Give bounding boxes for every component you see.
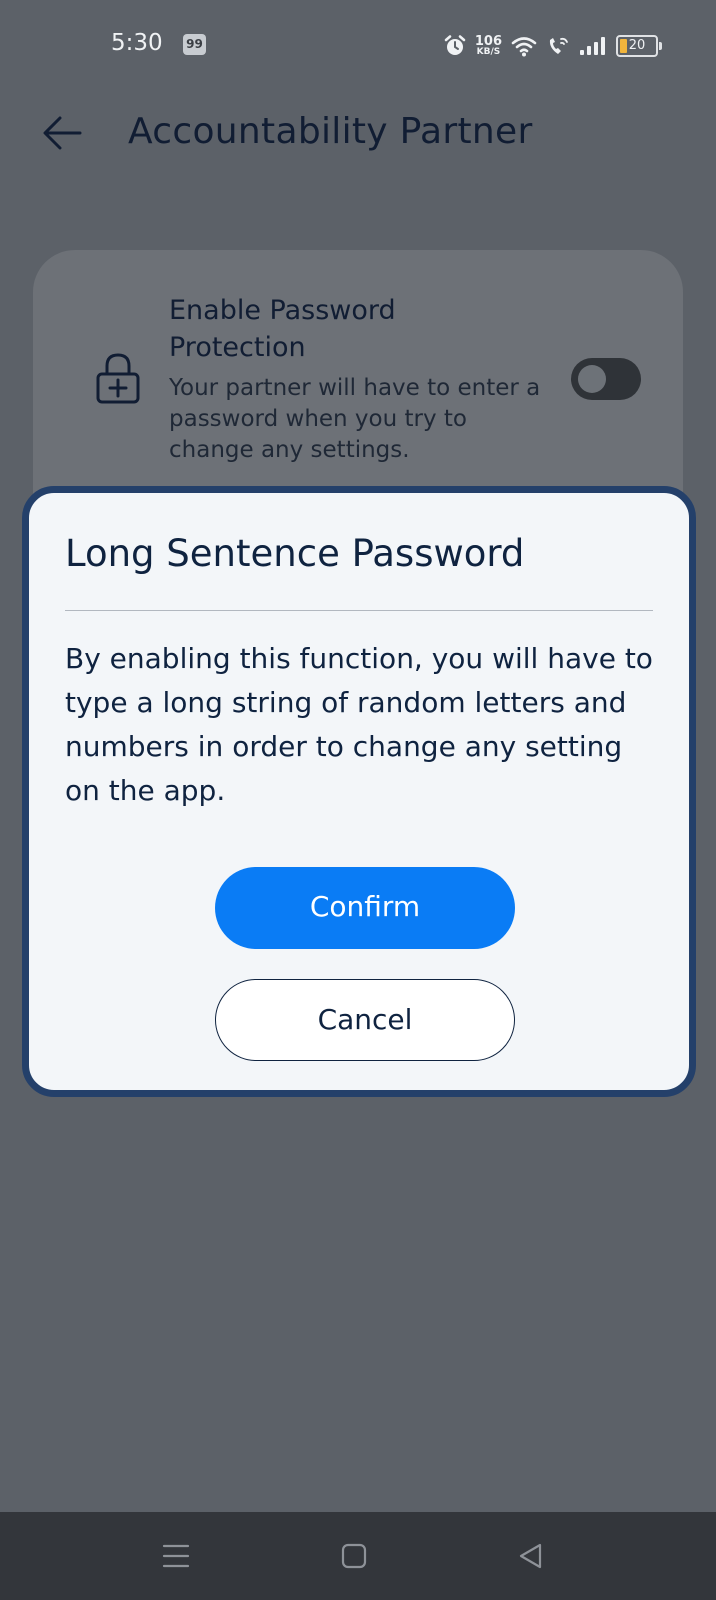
status-bar: 5:30 99 106 KB/S 20 <box>0 0 716 90</box>
signal-icon <box>580 37 605 55</box>
dialog-divider <box>65 610 653 611</box>
status-time: 5:30 <box>111 30 163 56</box>
battery-level: 20 <box>628 38 646 53</box>
network-speed: 106 KB/S <box>475 35 502 57</box>
wifi-icon <box>511 37 537 57</box>
lock-plus-icon <box>96 353 140 404</box>
setting-description: Your partner will have to enter a passwo… <box>169 375 541 463</box>
setting-title: Enable Password Protection <box>169 295 396 363</box>
dialog-message: By enabling this function, you will have… <box>65 642 653 807</box>
notification-badge: 99 <box>183 34 206 55</box>
toggle-knob <box>578 365 606 393</box>
menu-icon[interactable] <box>160 1540 192 1572</box>
confirm-dialog: Long Sentence Password By enabling this … <box>22 486 696 1097</box>
back-button[interactable] <box>40 110 86 156</box>
alarm-icon <box>444 35 466 55</box>
arrow-left-icon <box>43 116 82 150</box>
battery-fill <box>620 39 627 53</box>
wifi-calling-icon <box>549 37 568 54</box>
status-icons: 106 KB/S 20 <box>444 30 662 62</box>
navigation-bar <box>0 1512 716 1600</box>
password-protection-toggle[interactable] <box>571 358 641 400</box>
back-triangle-icon[interactable] <box>515 1540 547 1572</box>
dialog-title: Long Sentence Password <box>65 532 525 575</box>
confirm-button[interactable]: Confirm <box>215 867 515 949</box>
cancel-button[interactable]: Cancel <box>215 979 515 1061</box>
network-speed-unit: KB/S <box>476 47 501 57</box>
battery-indicator: 20 <box>616 35 662 57</box>
home-icon[interactable] <box>338 1540 370 1572</box>
page-title: Accountability Partner <box>128 111 533 152</box>
